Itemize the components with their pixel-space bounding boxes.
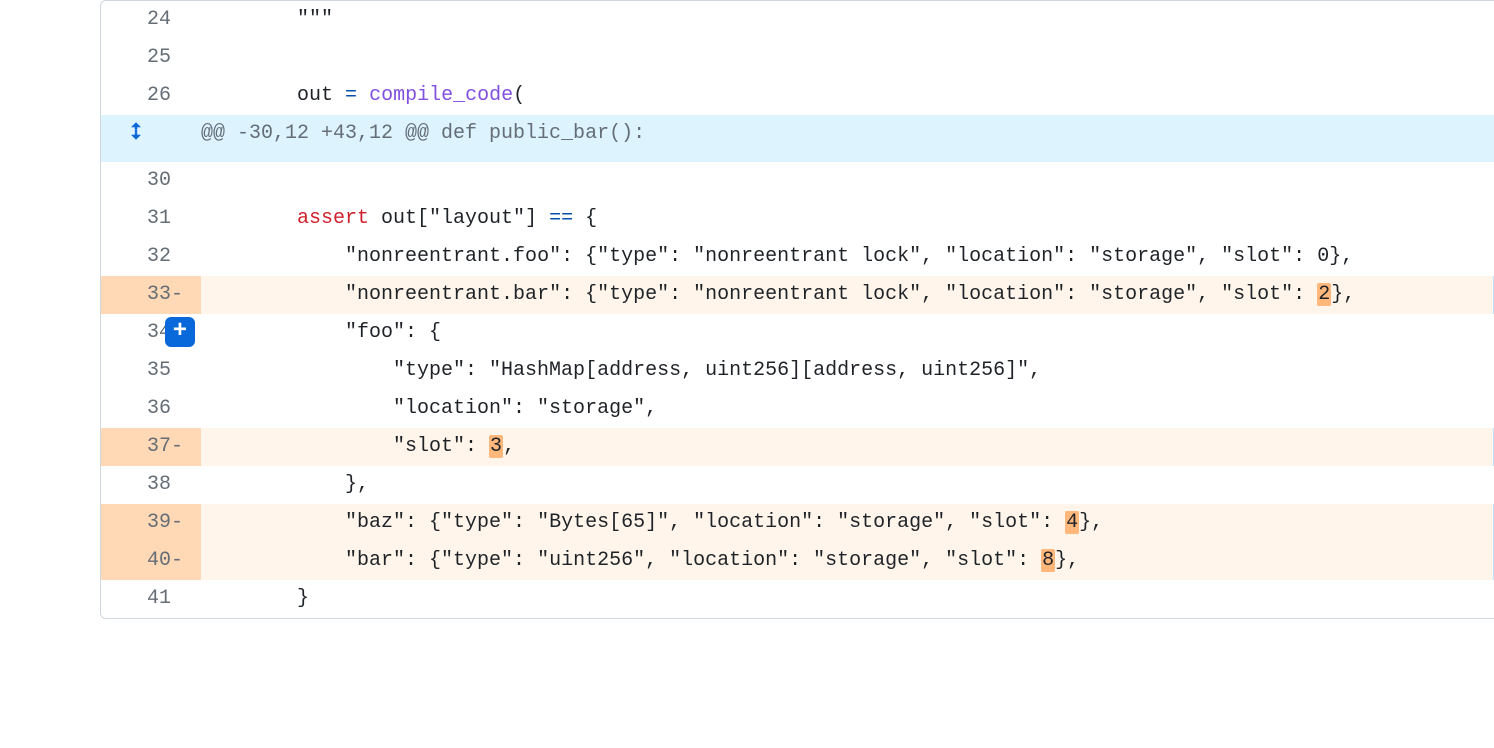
code-content[interactable]: "bar": {"type": "uint256", "location": "… [201,542,1493,580]
code-content[interactable]: }, [201,466,1493,504]
code-line: 38 },51 [101,466,1494,504]
code-line: 26 out = compile_code(39 [101,77,1494,115]
code-line: 40- "bar": {"type": "uint256", "location… [101,542,1494,580]
line-number-left[interactable]: 31 [101,200,171,238]
code-line: 34+ "foo": {47 [101,314,1494,352]
diff-marker-left [171,580,201,618]
code-content[interactable]: assert out["layout"] == { [201,200,1493,238]
code-content[interactable]: """ [201,1,1493,39]
line-number-left[interactable]: 36 [101,390,171,428]
code-line: 32 "nonreentrant.foo": {"type": "nonreen… [101,238,1494,276]
hunk-header-row: @@ -30,12 +43,12 @@ def public_bar(): [101,115,1494,162]
code-line: 36 "location": "storage",49 [101,390,1494,428]
line-number-left[interactable]: 37 [101,428,171,466]
code-line: 33- "nonreentrant.bar": {"type": "nonree… [101,276,1494,314]
code-content[interactable]: out = compile_code( [201,77,1493,115]
line-number-left[interactable]: 30 [101,162,171,200]
code-content[interactable]: "slot": 3, [201,428,1493,466]
hunk-header-text: @@ -30,12 +43,12 @@ def public_bar(): [201,115,1493,162]
diff-marker-left: - [171,428,201,466]
code-line: 35 "type": "HashMap[address, uint256][ad… [101,352,1494,390]
code-line: 37- "slot": 3,50+ [101,428,1494,466]
line-number-left[interactable]: 32 [101,238,171,276]
code-line: 41 }54 [101,580,1494,618]
code-line: 3043 [101,162,1494,200]
diff-marker-left: - [171,542,201,580]
line-number-left[interactable]: 34+ [101,314,171,352]
line-number-left[interactable]: 35 [101,352,171,390]
code-content[interactable]: } [201,580,1493,618]
code-content[interactable]: "type": "HashMap[address, uint256][addre… [201,352,1493,390]
diff-marker-left [171,162,201,200]
code-content[interactable]: "location": "storage", [201,390,1493,428]
diff-marker-left [171,39,201,77]
code-content[interactable]: "nonreentrant.foo": {"type": "nonreentra… [201,238,1493,276]
line-number-left[interactable]: 33 [101,276,171,314]
diff-marker-left [171,1,201,39]
code-content[interactable]: "nonreentrant.bar": {"type": "nonreentra… [201,276,1493,314]
diff-marker-left [171,390,201,428]
expand-icon[interactable] [101,115,171,147]
diff-marker-left [171,77,201,115]
line-number-left[interactable]: 41 [101,580,171,618]
add-comment-button[interactable]: + [165,317,195,347]
diff-marker-left [171,238,201,276]
line-number-left[interactable]: 26 [101,77,171,115]
line-number-left[interactable]: 39 [101,504,171,542]
diff-marker-left: - [171,504,201,542]
line-number-left[interactable]: 40 [101,542,171,580]
code-line: 31 assert out["layout"] == {44 [101,200,1494,238]
diff-table: 24 """37253826 out = compile_code(39@@ -… [101,1,1494,618]
diff-view: 24 """37253826 out = compile_code(39@@ -… [100,0,1494,619]
expand-cell[interactable] [101,115,171,162]
code-content[interactable]: "foo": { [201,314,1493,352]
line-number-left[interactable]: 38 [101,466,171,504]
diff-marker-left: - [171,276,201,314]
code-content[interactable] [201,39,1493,77]
line-number-left[interactable]: 24 [101,1,171,39]
diff-marker-left [171,466,201,504]
code-line: 24 """37 [101,1,1494,39]
diff-marker-left [171,200,201,238]
code-content[interactable] [201,162,1493,200]
code-line: 39- "baz": {"type": "Bytes[65]", "locati… [101,504,1494,542]
code-line: 2538 [101,39,1494,77]
line-number-left[interactable]: 25 [101,39,171,77]
code-content[interactable]: "baz": {"type": "Bytes[65]", "location":… [201,504,1493,542]
diff-marker-left [171,352,201,390]
